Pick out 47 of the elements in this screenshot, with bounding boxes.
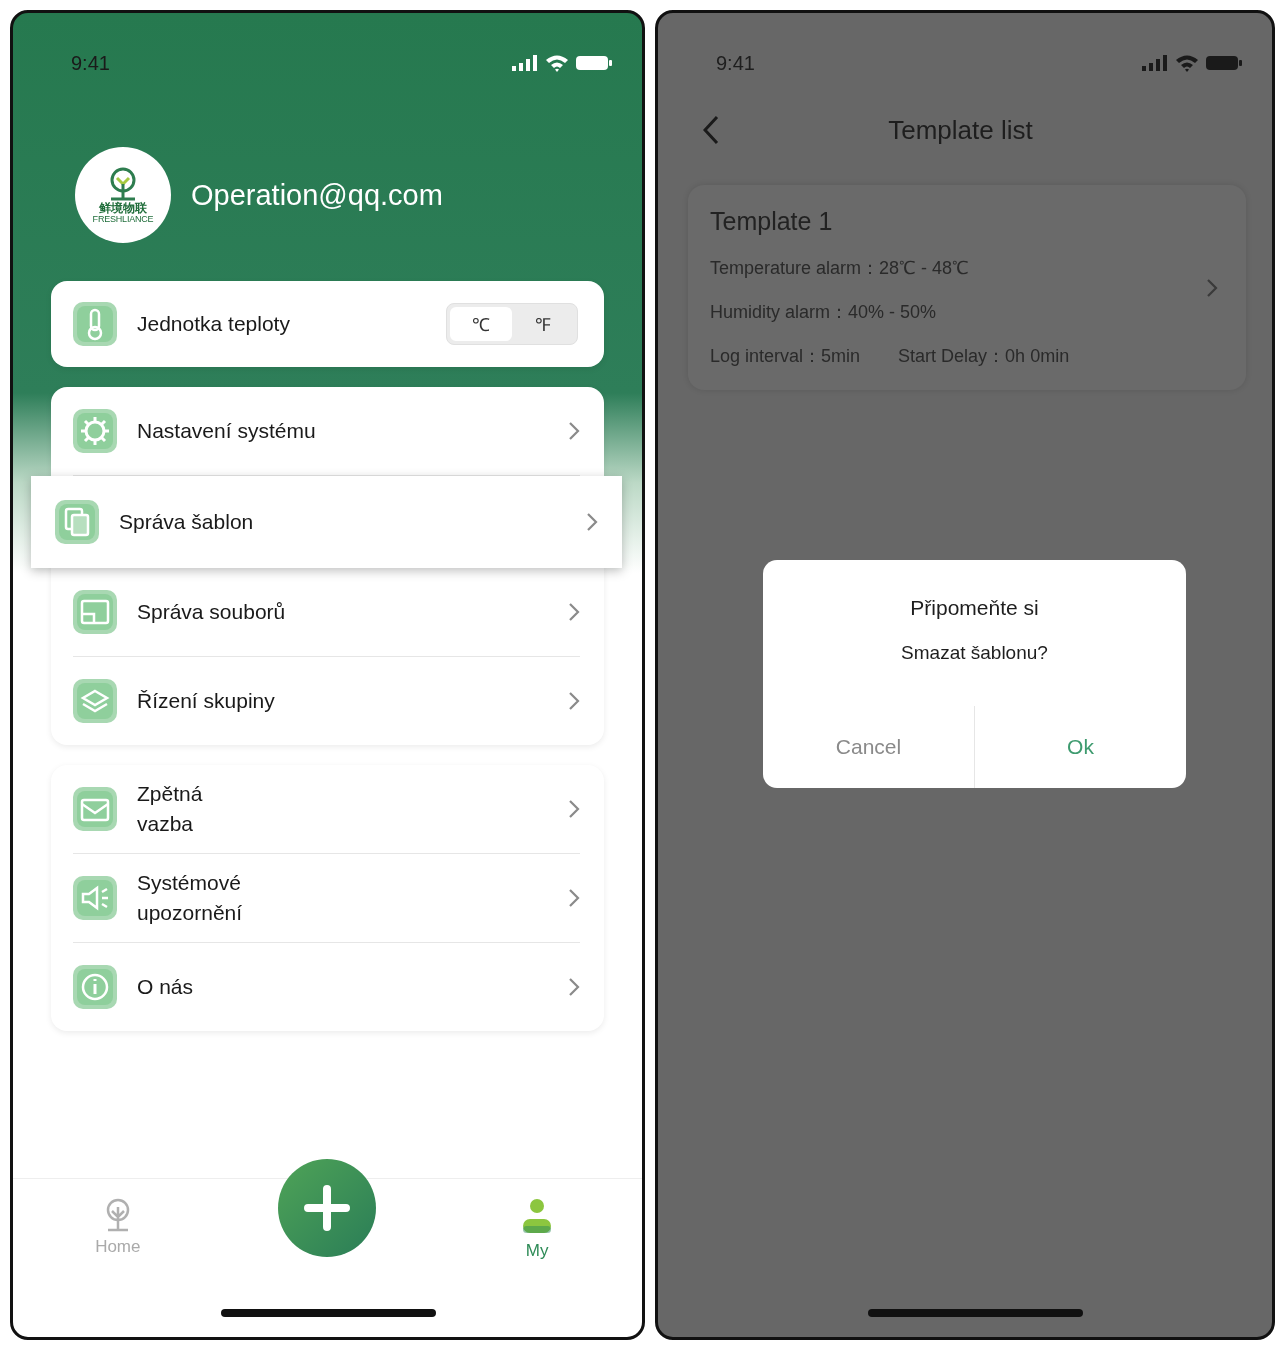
status-time: 9:41 (71, 51, 110, 75)
chevron-right-icon (568, 691, 580, 711)
chevron-right-icon (586, 512, 598, 532)
folder-icon (73, 590, 117, 634)
template-name: Template 1 (710, 207, 834, 236)
speaker-icon (73, 876, 117, 920)
gear-icon (73, 409, 117, 453)
signal-icon (1142, 55, 1168, 71)
chevron-right-icon (568, 602, 580, 622)
menu-row[interactable]: Správa šablon (31, 476, 622, 568)
battery-icon (576, 55, 612, 71)
dialog-title: Připomeňte si (910, 596, 1039, 620)
app-logo: 鲜境物联 FRESHLIANCE (75, 147, 171, 243)
screen-title: Template list (887, 114, 1034, 146)
start-delay-text: Start Delay：0h 0min (898, 345, 1070, 368)
menu-row[interactable]: Správa souborů (73, 568, 580, 657)
mail-icon (73, 787, 117, 831)
menu-row[interactable]: Zpětná vazba (73, 765, 580, 854)
account-email: Operation@qq.com (191, 178, 443, 212)
wifi-icon (1175, 54, 1199, 72)
thermometer-icon (73, 302, 117, 346)
menu-row[interactable]: Řízení skupiny (73, 657, 580, 745)
layers-icon (73, 679, 117, 723)
tab-item[interactable]: My (519, 1197, 556, 1329)
status-time: 9:41 (716, 51, 755, 75)
chevron-right-icon (568, 799, 580, 819)
setting-label: Jednotka teploty (137, 312, 291, 336)
unit-option[interactable]: ℃ (450, 307, 512, 341)
unit-toggle[interactable]: ℃ ℉ (446, 303, 578, 345)
unit-option[interactable]: ℉ (512, 307, 574, 341)
signal-icon (512, 55, 538, 71)
temperature-alarm-text: Temperature alarm：28℃ - 48℃ (710, 257, 971, 280)
humidity-alarm-text: Humidity alarm：40% - 50% (710, 301, 938, 324)
copy-icon (55, 500, 99, 544)
log-interval-text: Log interval：5min (710, 345, 861, 368)
plus-icon (304, 1185, 351, 1231)
chevron-right-icon (568, 977, 580, 997)
info-icon (73, 965, 117, 1009)
menu-row[interactable]: O nás (73, 943, 580, 1031)
battery-icon (1206, 55, 1242, 71)
dialog-message: Smazat šablonu? (901, 642, 1048, 664)
back-icon[interactable] (703, 115, 719, 145)
chevron-right-icon (1206, 277, 1218, 298)
chevron-right-icon (568, 888, 580, 908)
menu-row[interactable]: Systémové upozornění (73, 854, 580, 943)
chevron-right-icon (568, 421, 580, 441)
wifi-icon (545, 54, 569, 72)
